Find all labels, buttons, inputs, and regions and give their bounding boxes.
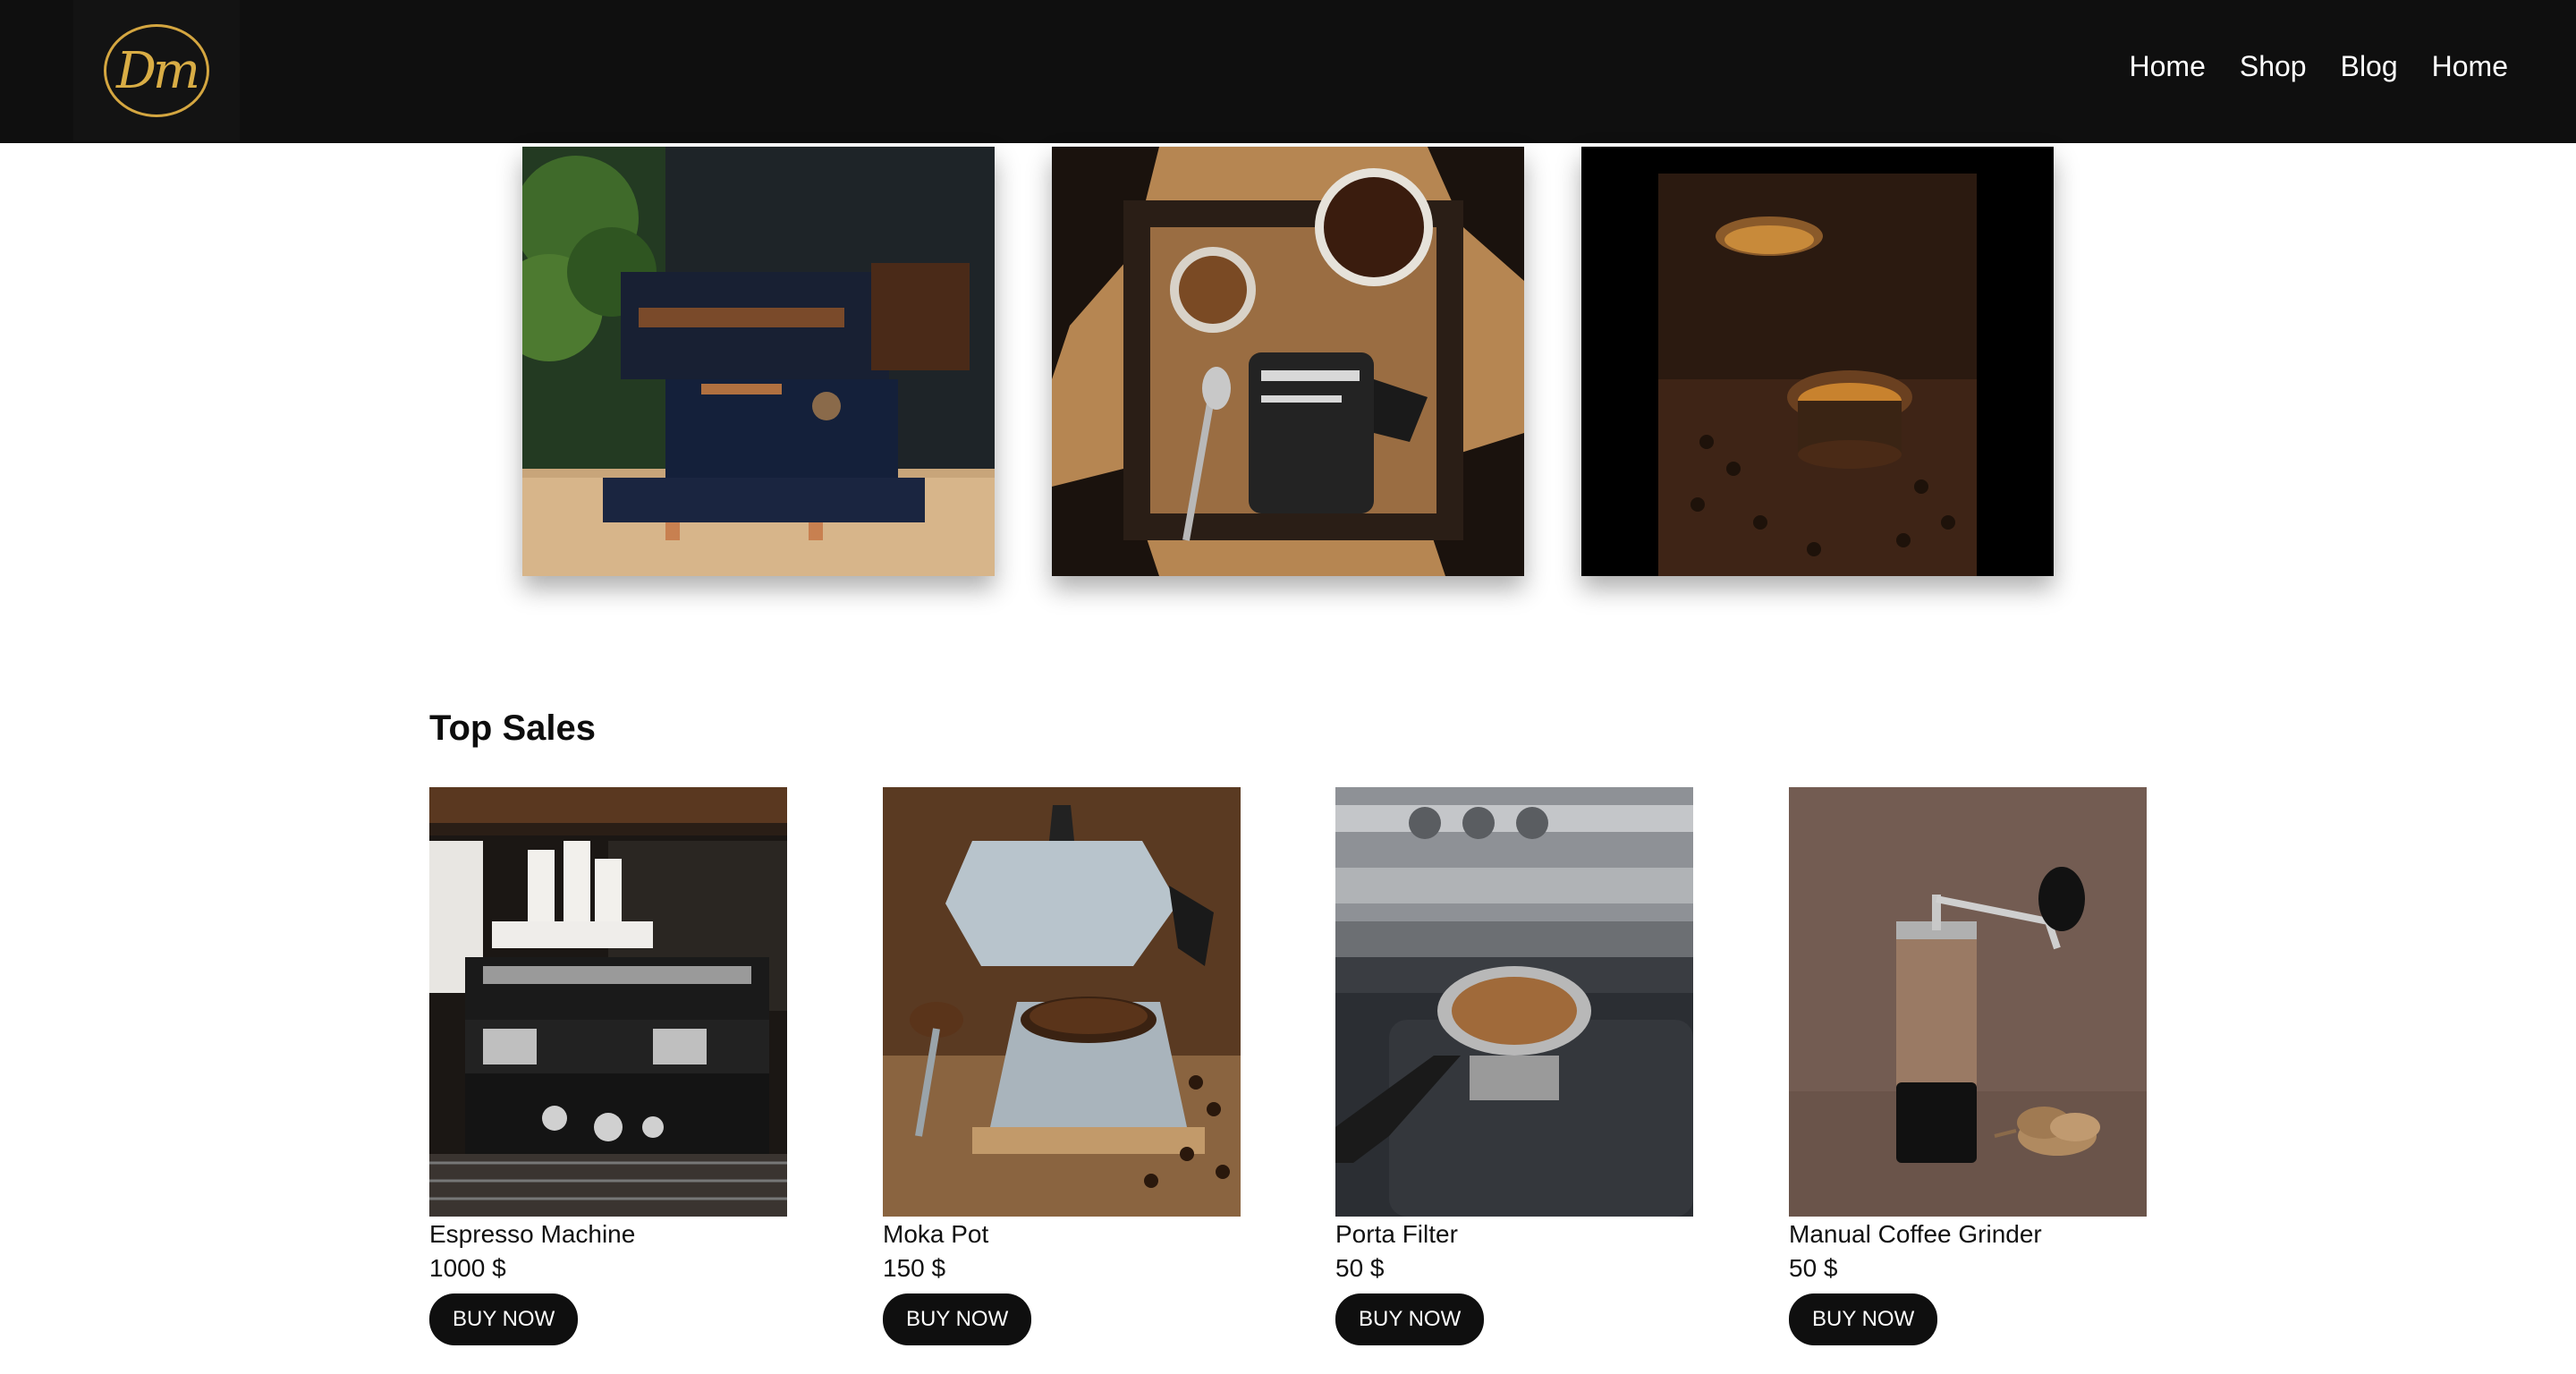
espresso-machine-icon bbox=[429, 787, 787, 1217]
logo-ring: Dm bbox=[104, 24, 209, 117]
porta-filter-icon bbox=[1335, 787, 1693, 1217]
product-image[interactable] bbox=[883, 787, 1241, 1217]
nav-link-home-secondary[interactable]: Home bbox=[2432, 50, 2508, 83]
product-image[interactable] bbox=[1335, 787, 1693, 1217]
logo-monogram: Dm bbox=[116, 41, 200, 100]
product-card-moka-pot: Moka Pot 150 $ BUY NOW bbox=[883, 787, 1241, 1345]
buy-now-button[interactable]: BUY NOW bbox=[1335, 1293, 1485, 1345]
nav-link-shop[interactable]: Shop bbox=[2240, 50, 2307, 83]
hero-image-moka-pot-flatlay bbox=[1052, 147, 1524, 576]
buy-now-button[interactable]: BUY NOW bbox=[429, 1293, 579, 1345]
moka-pot-flatlay-photo-icon bbox=[1052, 147, 1524, 576]
product-price: 150 $ bbox=[883, 1254, 946, 1282]
product-price: 50 $ bbox=[1335, 1254, 1385, 1282]
product-card-espresso-machine: Espresso Machine 1000 $ BUY NOW bbox=[429, 787, 787, 1345]
manual-coffee-grinder-icon bbox=[1789, 787, 2147, 1217]
product-name: Espresso Machine bbox=[429, 1220, 636, 1248]
hero-image-coffee-beans bbox=[1581, 147, 2054, 576]
buy-now-button[interactable]: BUY NOW bbox=[883, 1293, 1032, 1345]
product-name: Porta Filter bbox=[1335, 1220, 1458, 1248]
product-price: 1000 $ bbox=[429, 1254, 506, 1282]
site-logo[interactable]: Dm bbox=[73, 0, 240, 141]
product-card-porta-filter: Porta Filter 50 $ BUY NOW bbox=[1335, 787, 1693, 1345]
product-image[interactable] bbox=[429, 787, 787, 1217]
top-sales-title: Top Sales bbox=[429, 708, 596, 748]
top-navigation-bar: Dm Home Shop Blog Home bbox=[0, 0, 2576, 143]
product-image[interactable] bbox=[1789, 787, 2147, 1217]
nav-link-blog[interactable]: Blog bbox=[2341, 50, 2398, 83]
product-name: Moka Pot bbox=[883, 1220, 989, 1248]
hero-image-espresso-machine bbox=[522, 147, 995, 576]
product-price: 50 $ bbox=[1789, 1254, 1838, 1282]
espresso-machine-photo-icon bbox=[522, 147, 995, 576]
product-card-manual-coffee-grinder: Manual Coffee Grinder 50 $ BUY NOW bbox=[1789, 787, 2147, 1345]
main-nav: Home Shop Blog Home bbox=[2130, 50, 2509, 83]
product-name: Manual Coffee Grinder bbox=[1789, 1220, 2042, 1248]
buy-now-button[interactable]: BUY NOW bbox=[1789, 1293, 1938, 1345]
nav-link-home[interactable]: Home bbox=[2130, 50, 2206, 83]
moka-pot-icon bbox=[883, 787, 1241, 1217]
coffee-beans-cup-photo-icon bbox=[1581, 147, 2054, 576]
